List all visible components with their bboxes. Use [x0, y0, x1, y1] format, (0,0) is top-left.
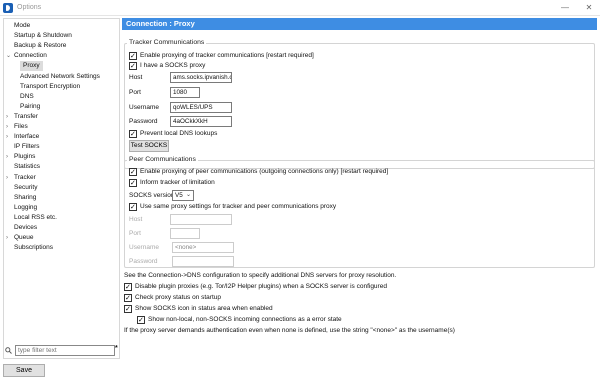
chevron-down-icon[interactable]: ⌄ — [6, 51, 11, 61]
page-title: Connection : Proxy — [122, 18, 597, 30]
chevron-right-icon[interactable]: › — [6, 122, 8, 132]
sidebar-item-tracker[interactable]: Tracker — [14, 173, 36, 183]
peer-password-label: Password — [129, 258, 158, 265]
sidebar-item-mode[interactable]: Mode — [14, 21, 30, 31]
sidebar-item-files[interactable]: Files — [14, 122, 28, 132]
enable-tracker-proxy-label: Enable proxying of tracker communication… — [140, 52, 314, 59]
same-proxy-settings-label: Use same proxy settings for tracker and … — [140, 203, 337, 210]
show-socks-icon-checkbox[interactable] — [124, 305, 132, 313]
filter-input[interactable] — [15, 345, 115, 356]
password-field[interactable]: 4aOCkkXkH — [170, 116, 232, 127]
prevent-dns-label: Prevent local DNS lookups — [140, 130, 218, 137]
have-socks-checkbox[interactable] — [129, 62, 137, 70]
sidebar-item-startup-shutdown[interactable]: Startup & Shutdown — [14, 31, 72, 41]
socks-version-value: V5 — [175, 192, 183, 199]
host-field[interactable]: ams.socks.ipvanish.co — [170, 72, 232, 83]
enable-peer-proxy-checkbox[interactable] — [129, 168, 137, 176]
auth-note: If the proxy server demands authenticati… — [124, 327, 455, 334]
sidebar-item-transfer[interactable]: Transfer — [14, 112, 38, 122]
app-icon — [3, 3, 13, 13]
sidebar-item-sharing[interactable]: Sharing — [14, 193, 36, 203]
disable-plugin-proxies-label: Disable plugin proxies (e.g. Tor/I2P Hel… — [135, 283, 387, 290]
sidebar-item-transport-encryption[interactable]: Transport Encryption — [20, 82, 80, 92]
disable-plugin-proxies-checkbox[interactable] — [124, 283, 132, 291]
username-field[interactable]: qoWLES/UPS — [170, 102, 232, 113]
sidebar-item-statistics[interactable]: Statistics — [14, 162, 40, 172]
save-button[interactable]: Save — [3, 364, 45, 377]
username-label: Username — [129, 104, 159, 111]
peer-group-title: Peer Communications — [127, 156, 198, 163]
have-socks-label: I have a SOCKS proxy — [140, 62, 206, 69]
socks-version-select[interactable]: V5 ⌄ — [172, 190, 194, 201]
sidebar-item-local-rss-etc[interactable]: Local RSS etc. — [14, 213, 57, 223]
prevent-dns-checkbox[interactable] — [129, 130, 137, 138]
peer-username-label: Username — [129, 244, 159, 251]
sidebar-item-plugins[interactable]: Plugins — [14, 152, 35, 162]
show-nonlocal-checkbox[interactable] — [137, 316, 145, 324]
show-nonlocal-label: Show non-local, non-SOCKS incoming conne… — [148, 316, 342, 323]
peer-port-field[interactable] — [170, 228, 200, 239]
port-label: Port — [129, 89, 141, 96]
dns-note: See the Connection->DNS configuration to… — [124, 272, 397, 279]
sidebar-item-pairing[interactable]: Pairing — [20, 102, 40, 112]
options-panel: Connection : Proxy Tracker Communication… — [122, 18, 597, 377]
port-field[interactable]: 1080 — [170, 87, 200, 98]
chevron-right-icon[interactable]: › — [6, 233, 8, 243]
close-button[interactable]: ✕ — [583, 2, 595, 14]
chevron-down-icon: ⌄ — [185, 192, 191, 198]
show-socks-icon-label: Show SOCKS icon in status area when enab… — [135, 305, 273, 312]
window-title: Options — [17, 4, 42, 11]
chevron-right-icon[interactable]: › — [6, 132, 8, 142]
password-label: Password — [129, 118, 158, 125]
check-proxy-status-checkbox[interactable] — [124, 294, 132, 302]
minimize-button[interactable]: — — [559, 2, 571, 14]
search-icon — [5, 347, 12, 354]
filter-clear-icon[interactable]: * — [115, 345, 118, 352]
test-socks-button[interactable]: Test SOCKS — [129, 140, 169, 152]
peer-port-label: Port — [129, 230, 141, 237]
sidebar-item-proxy[interactable]: Proxy — [20, 61, 43, 72]
sidebar-item-advanced-network-settings[interactable]: Advanced Network Settings — [20, 72, 100, 82]
inform-tracker-label: Inform tracker of limitation — [140, 179, 215, 186]
chevron-right-icon[interactable]: › — [6, 152, 8, 162]
host-label: Host — [129, 74, 143, 81]
sidebar-item-queue[interactable]: Queue — [14, 233, 34, 243]
chevron-right-icon[interactable]: › — [6, 112, 8, 122]
filter-bar: * — [5, 345, 119, 356]
socks-version-label: SOCKS version — [129, 192, 175, 199]
peer-password-field[interactable] — [172, 256, 234, 267]
sidebar-item-ip-filters[interactable]: IP Filters — [14, 142, 40, 152]
sidebar-item-interface[interactable]: Interface — [14, 132, 39, 142]
peer-username-field[interactable]: <none> — [172, 242, 234, 253]
same-proxy-settings-checkbox[interactable] — [129, 203, 137, 211]
sidebar-item-connection[interactable]: Connection — [14, 51, 47, 61]
peer-host-label: Host — [129, 216, 143, 223]
check-proxy-status-label: Check proxy status on startup — [135, 294, 221, 301]
sidebar-item-logging[interactable]: Logging — [14, 203, 37, 213]
sidebar-item-security[interactable]: Security — [14, 183, 37, 193]
options-tree: Mode Startup & Shutdown Backup & Restore ⌄ C… — [3, 18, 120, 359]
sidebar-item-backup-restore[interactable]: Backup & Restore — [14, 41, 66, 51]
enable-peer-proxy-label: Enable proxying of peer communications (… — [140, 168, 389, 175]
tracker-group-title: Tracker Communications — [127, 39, 207, 46]
sidebar-item-dns[interactable]: DNS — [20, 92, 34, 102]
peer-host-field[interactable] — [170, 214, 232, 225]
title-bar: Options — ✕ — [0, 0, 600, 16]
sidebar-item-subscriptions[interactable]: Subscriptions — [14, 243, 53, 253]
inform-tracker-checkbox[interactable] — [129, 179, 137, 187]
chevron-right-icon[interactable]: › — [6, 173, 8, 183]
sidebar-item-devices[interactable]: Devices — [14, 223, 37, 233]
enable-tracker-proxy-checkbox[interactable] — [129, 52, 137, 60]
